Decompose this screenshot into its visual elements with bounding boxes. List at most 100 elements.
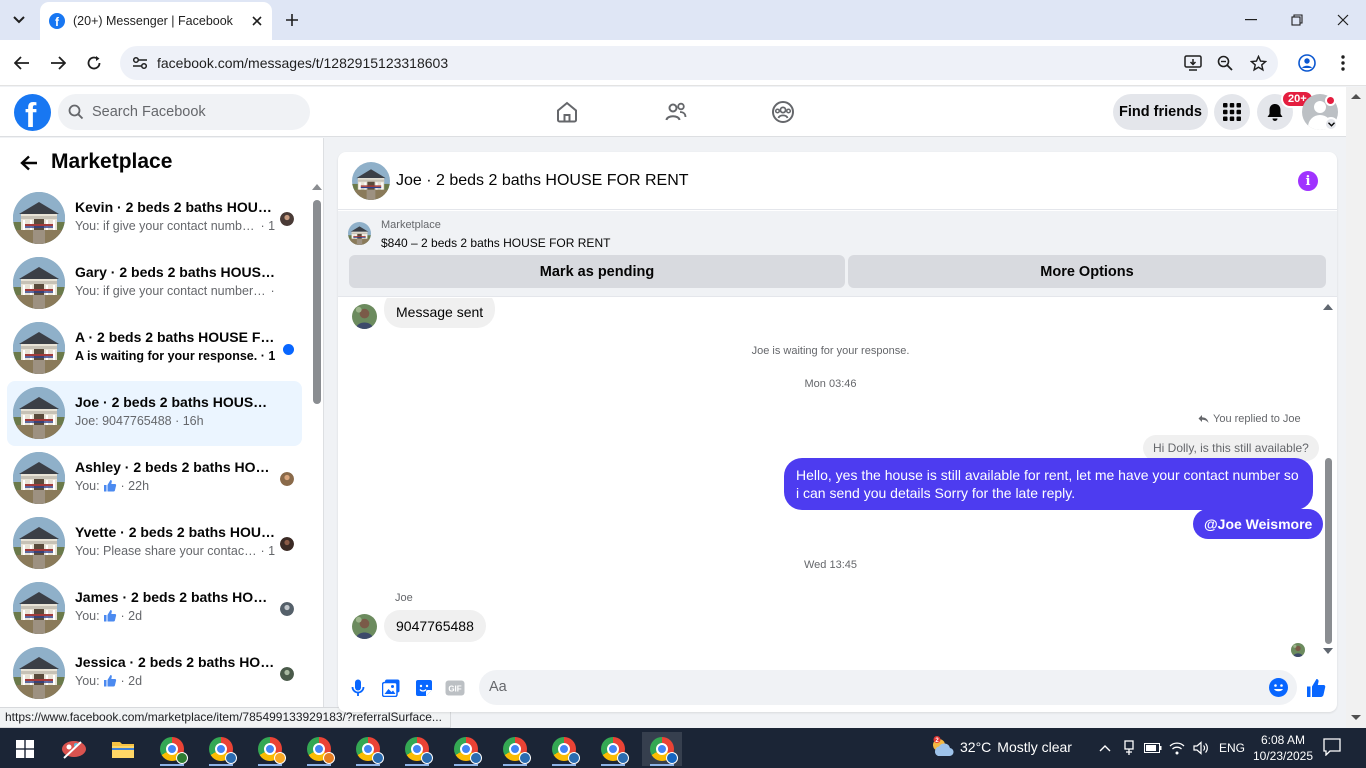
like-icon <box>104 480 117 492</box>
profile-alert-dot <box>1325 95 1336 106</box>
conversation-item-jessica[interactable]: Jessica · 2 beds 2 baths HOUSE FOR RENT … <box>7 641 302 706</box>
conversation-preview: A is waiting for your response. · 11h <box>75 349 275 363</box>
like-icon[interactable] <box>1304 676 1328 700</box>
sender-avatar <box>352 614 377 639</box>
account-icon <box>1298 54 1316 72</box>
conversation-item-joe[interactable]: Joe · 2 beds 2 baths HOUSE FOR RENT Joe:… <box>7 381 302 446</box>
search-input[interactable] <box>92 104 292 120</box>
groups-icon[interactable] <box>769 98 797 126</box>
forward-button[interactable] <box>45 50 71 76</box>
close-icon <box>252 16 262 26</box>
chrome-profile-active[interactable] <box>642 732 682 766</box>
conversation-item-james[interactable]: James · 2 beds 2 baths HOUSE FOR RENT Yo… <box>7 576 302 641</box>
menu-grid-button[interactable] <box>1214 94 1250 130</box>
listing-title[interactable]: $840 – 2 beds 2 baths HOUSE FOR RENT <box>381 236 610 250</box>
back-button[interactable] <box>9 50 35 76</box>
thread-scrollbar[interactable] <box>1323 302 1333 654</box>
message-bubble[interactable]: Message sent <box>384 298 496 328</box>
notification-center-icon[interactable] <box>1323 738 1343 758</box>
chrome-profile-10[interactable] <box>593 732 633 766</box>
chrome-profile-5[interactable] <box>348 732 388 766</box>
microphone-icon[interactable] <box>346 676 370 700</box>
usb-device-icon[interactable] <box>1119 738 1139 758</box>
info-icon[interactable]: i <box>1298 171 1318 191</box>
facebook-logo[interactable]: f <box>14 94 51 131</box>
chrome-profile-6[interactable] <box>397 732 437 766</box>
file-explorer-icon[interactable] <box>103 732 143 766</box>
bookmark-star-icon[interactable] <box>1246 51 1270 75</box>
tab-close-button[interactable] <box>246 10 268 32</box>
minimize-button[interactable] <box>1228 0 1274 40</box>
restore-button[interactable] <box>1274 0 1320 40</box>
sender-name: Joe <box>395 592 413 604</box>
chrome-profile-7[interactable] <box>446 732 486 766</box>
zoom-icon[interactable] <box>1213 51 1237 75</box>
listing-thumbnail <box>13 452 65 504</box>
volume-icon[interactable] <box>1191 738 1211 758</box>
find-friends-button[interactable]: Find friends <box>1113 94 1208 130</box>
like-icon <box>104 610 117 622</box>
mark-pending-button[interactable]: Mark as pending <box>349 255 845 288</box>
conversation-item-gary[interactable]: Gary · 2 beds 2 baths HOUSE FOR RENT You… <box>7 251 302 316</box>
install-app-icon[interactable] <box>1181 51 1205 75</box>
browser-menu-button[interactable] <box>1330 50 1356 76</box>
emoji-icon[interactable] <box>1269 678 1288 697</box>
mention-message[interactable]: @Joe Weismore <box>1193 509 1324 539</box>
clock[interactable]: 6:08 AM 10/23/2025 <box>1252 732 1314 764</box>
chrome-profile-3[interactable] <box>250 732 290 766</box>
chrome-profile-1[interactable] <box>152 732 192 766</box>
outgoing-message[interactable]: Hello, yes the house is still available … <box>784 458 1313 510</box>
tab-search-button[interactable] <box>6 8 32 32</box>
close-window-button[interactable] <box>1320 0 1366 40</box>
chat-title[interactable]: Joe · 2 beds 2 baths HOUSE FOR RENT <box>396 172 689 190</box>
page-scrollbar[interactable] <box>1346 87 1366 728</box>
browser-profile-button[interactable] <box>1294 50 1320 76</box>
conversation-item-a[interactable]: A · 2 beds 2 baths HOUSE FOR RENT A is w… <box>7 316 302 381</box>
conversation-item-kevin[interactable]: Kevin · 2 beds 2 baths HOUSE FOR RENT Yo… <box>7 186 302 251</box>
chrome-profile-9[interactable] <box>544 732 584 766</box>
message-input[interactable] <box>489 679 1249 695</box>
sender-avatar <box>352 304 377 329</box>
sidebar-scrollbar[interactable] <box>312 184 322 708</box>
snipping-tool-icon[interactable] <box>54 732 94 766</box>
input-language[interactable]: ENG <box>1219 741 1245 755</box>
chrome-profile-4[interactable] <box>299 732 339 766</box>
chat-header: Joe · 2 beds 2 baths HOUSE FOR RENT i <box>338 152 1337 210</box>
account-menu-chevron[interactable] <box>1324 117 1338 131</box>
scrollbar-thumb[interactable] <box>313 200 321 404</box>
listing-thumbnail[interactable] <box>348 222 371 245</box>
message-input-box[interactable] <box>479 670 1297 705</box>
conversation-preview: Joe: 9047765488 · 16h <box>75 414 204 428</box>
chrome-profile-8[interactable] <box>495 732 535 766</box>
reload-button[interactable] <box>81 50 107 76</box>
more-vertical-icon <box>1341 55 1345 71</box>
more-options-button[interactable]: More Options <box>848 255 1326 288</box>
browser-tab[interactable]: f (20+) Messenger | Facebook <box>40 2 272 40</box>
sticker-icon[interactable] <box>412 676 436 700</box>
facebook-search[interactable] <box>58 94 310 130</box>
listing-thumbnail <box>13 322 65 374</box>
incoming-message[interactable]: 9047765488 <box>384 610 486 642</box>
conversation-preview: You: Please share your contact number · … <box>75 544 275 558</box>
battery-icon[interactable] <box>1143 738 1163 758</box>
photo-icon[interactable] <box>379 676 403 700</box>
facebook-favicon-icon: f <box>49 13 65 29</box>
conversation-item-ashley[interactable]: Ashley · 2 beds 2 baths HOUSE FOR RENT Y… <box>7 446 302 511</box>
scrollbar-thumb[interactable] <box>1325 458 1332 644</box>
back-button[interactable] <box>17 151 41 175</box>
site-info-icon[interactable] <box>128 51 152 75</box>
listing-thumbnail[interactable] <box>352 162 390 200</box>
conversation-preview: You: · 22h <box>75 479 150 493</box>
conversation-item-yvette[interactable]: Yvette · 2 beds 2 baths HOUSE FOR RENT Y… <box>7 511 302 576</box>
start-button[interactable] <box>5 732 45 766</box>
gif-icon[interactable]: GIF <box>443 676 467 700</box>
chrome-profile-2[interactable] <box>201 732 241 766</box>
friends-icon[interactable] <box>662 98 690 126</box>
browser-tab-bar: f (20+) Messenger | Facebook <box>0 0 1366 40</box>
new-tab-button[interactable] <box>280 8 304 32</box>
weather-widget[interactable]: 2 32°C Mostly clear <box>930 736 1072 758</box>
wifi-icon[interactable] <box>1167 738 1187 758</box>
home-icon[interactable] <box>553 98 581 126</box>
show-hidden-icons-chevron-icon[interactable] <box>1095 738 1115 758</box>
address-bar[interactable]: facebook.com/messages/t/1282915123318603 <box>120 46 1278 80</box>
